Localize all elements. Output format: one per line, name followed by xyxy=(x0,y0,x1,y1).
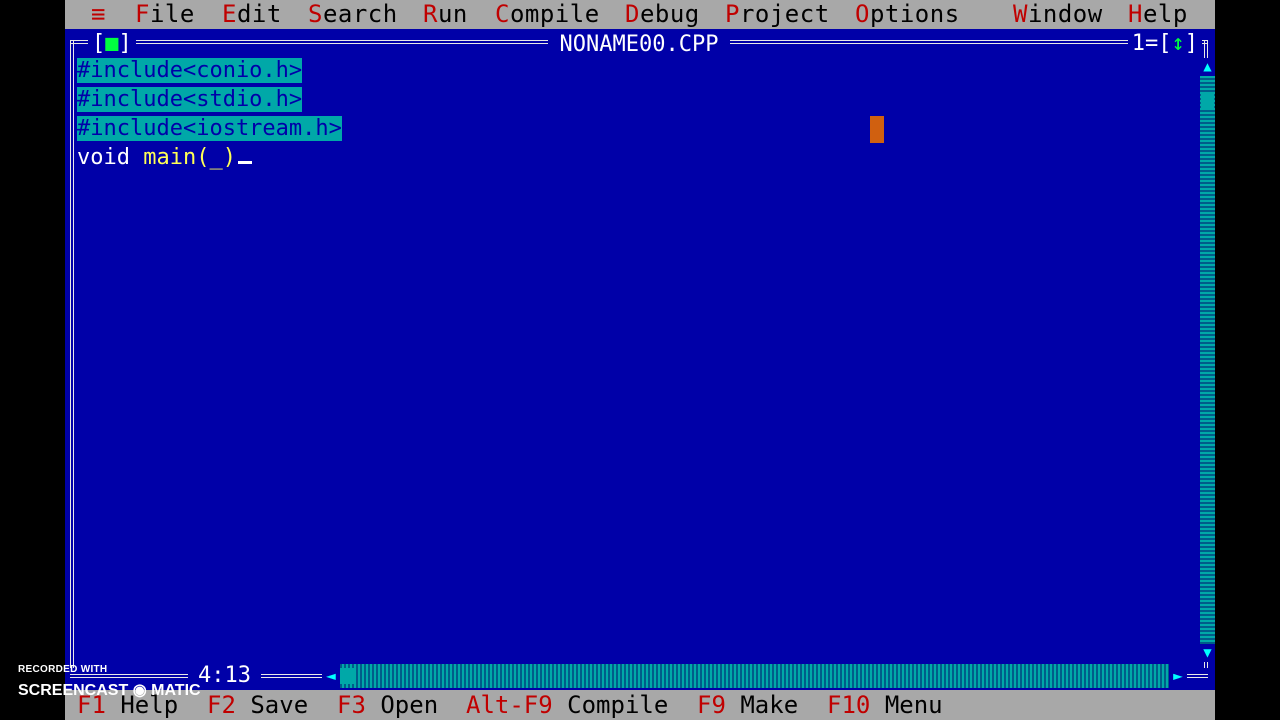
scroll-left-icon[interactable]: ◄ xyxy=(322,664,340,688)
code-line: void main(_) xyxy=(77,145,252,171)
fkey-open[interactable]: F3 Open xyxy=(337,690,438,720)
menu-project[interactable]: Project xyxy=(725,0,830,29)
code-line: #include<conio.h> xyxy=(77,58,303,83)
ide-screen: ≡ File Edit Search Run Compile Debug Pro… xyxy=(65,0,1215,720)
code-line: #include<stdio.h> xyxy=(77,87,303,112)
text-cursor xyxy=(237,161,252,164)
scroll-right-icon[interactable]: ► xyxy=(1169,664,1187,688)
fkey-save[interactable]: F2 Save xyxy=(207,690,308,720)
menu-bar: ≡ File Edit Search Run Compile Debug Pro… xyxy=(65,0,1215,29)
orange-marker xyxy=(870,116,884,143)
screencast-watermark: RECORDED WITH SCREENCAST ◉ MATIC xyxy=(18,664,201,699)
horizontal-scrollbar[interactable]: ◄ ► xyxy=(322,664,1187,688)
record-icon: ◉ xyxy=(132,682,147,699)
code-line: #include<iostream.h> xyxy=(77,116,342,141)
code-editor[interactable]: #include<conio.h> #include<stdio.h> #inc… xyxy=(77,58,1187,658)
menu-window[interactable]: Window xyxy=(1013,0,1103,29)
menu-debug[interactable]: Debug xyxy=(625,0,700,29)
fkey-make[interactable]: F9 Make xyxy=(697,690,798,720)
function-key-bar: F1 Help F2 Save F3 Open Alt-F9 Compile F… xyxy=(65,690,1215,720)
horizontal-scroll-thumb[interactable] xyxy=(340,668,356,684)
menu-edit[interactable]: Edit xyxy=(222,0,282,29)
close-icon: ■ xyxy=(105,31,119,56)
menu-options[interactable]: Options xyxy=(855,0,960,29)
vertical-scroll-thumb[interactable] xyxy=(1201,92,1214,108)
window-title-text: NONAME00.CPP xyxy=(547,32,731,57)
fkey-menu[interactable]: F10 Menu xyxy=(827,690,943,720)
window-title: NONAME00.CPP xyxy=(70,32,1208,58)
window-number: 1=[ xyxy=(1131,31,1172,56)
scroll-up-icon[interactable]: ▲ xyxy=(1200,58,1215,76)
menu-run[interactable]: Run xyxy=(423,0,468,29)
menu-compile[interactable]: Compile xyxy=(495,0,600,29)
vertical-scrollbar[interactable]: ▲ ▼ xyxy=(1200,58,1215,662)
window-close-button[interactable]: [■] xyxy=(88,31,136,57)
fkey-compile[interactable]: Alt-F9 Compile xyxy=(466,690,668,720)
menu-help[interactable]: Help xyxy=(1128,0,1188,29)
menu-search[interactable]: Search xyxy=(308,0,398,29)
window-zoom-button[interactable]: 1=[↕] xyxy=(1127,31,1202,57)
window-left-border xyxy=(70,40,74,668)
menu-system[interactable]: ≡ xyxy=(91,0,106,29)
zoom-icon: ↕ xyxy=(1171,31,1185,56)
menu-file[interactable]: File xyxy=(135,0,195,29)
scroll-down-icon[interactable]: ▼ xyxy=(1200,644,1215,662)
